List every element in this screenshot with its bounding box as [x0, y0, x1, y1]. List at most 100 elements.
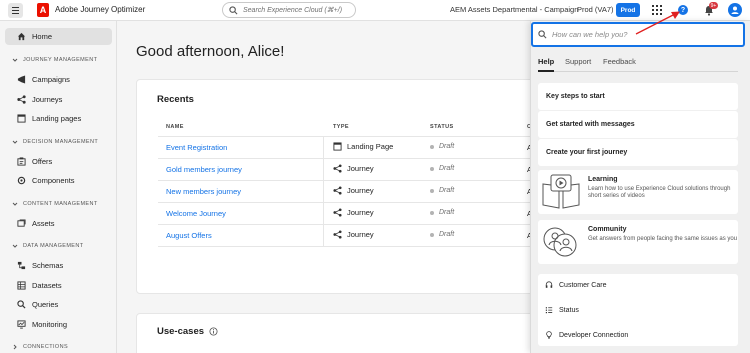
- user-icon: [731, 6, 739, 14]
- landing-page-icon: [333, 142, 342, 151]
- page-title: Good afternoon, Alice!: [136, 43, 285, 60]
- sidebar-item-journeys[interactable]: Journeys: [17, 95, 62, 104]
- lightbulb-icon: [546, 331, 552, 339]
- status-dot: [430, 188, 434, 193]
- chevron-down-icon: [12, 202, 18, 206]
- status-link[interactable]: Status: [545, 306, 579, 314]
- sidebar-item-label: Campaigns: [32, 75, 70, 84]
- status-dot: [430, 166, 434, 171]
- recent-item-link[interactable]: August Offers: [166, 231, 212, 240]
- customer-care-link[interactable]: Customer Care: [545, 281, 606, 289]
- journey-icon: [333, 230, 342, 239]
- sidebar-item-home[interactable]: Home: [17, 32, 52, 41]
- divider: [158, 158, 530, 159]
- column-divider: [323, 137, 324, 247]
- tab-support[interactable]: Support: [565, 57, 591, 66]
- type-label: Journey: [347, 230, 374, 239]
- components-icon: [17, 176, 26, 185]
- sidebar-section-journey-management[interactable]: JOURNEY MANAGEMENT: [12, 57, 97, 63]
- sidebar-item-monitoring[interactable]: Monitoring: [17, 320, 67, 329]
- recent-item-link[interactable]: Gold members journey: [166, 165, 242, 174]
- sidebar-item-datasets[interactable]: Datasets: [17, 281, 62, 290]
- divider: [158, 224, 530, 225]
- annotation-arrow: [635, 11, 680, 35]
- tab-help[interactable]: Help: [538, 57, 554, 66]
- community-title: Community: [588, 226, 627, 233]
- recent-item-link[interactable]: New members journey: [166, 187, 241, 196]
- help-search-placeholder: How can we help you?: [552, 30, 628, 39]
- usecases-title: Use-cases: [157, 326, 218, 337]
- sidebar-section-connections[interactable]: CONNECTIONS: [12, 344, 68, 350]
- link-label: Developer Connection: [559, 331, 629, 339]
- status-cell: Draft: [430, 209, 454, 216]
- help-link-label: Create your first journey: [546, 149, 628, 156]
- community-description: Get answers from people facing the same …: [588, 236, 738, 242]
- sandbox-switcher[interactable]: Prod (VA7): [577, 5, 614, 14]
- sidebar-item-landing-pages[interactable]: Landing pages: [17, 114, 81, 123]
- sidebar-item-components[interactable]: Components: [17, 176, 75, 185]
- notification-badge: 9+: [709, 2, 718, 9]
- journey-icon: [333, 186, 342, 195]
- query-icon: [17, 300, 26, 309]
- recent-item-link[interactable]: Event Registration: [166, 143, 227, 152]
- recent-item-link[interactable]: Welcome Journey: [166, 209, 226, 218]
- chevron-down-icon: [12, 140, 18, 144]
- sidebar-item-campaigns[interactable]: Campaigns: [17, 75, 70, 84]
- dataset-icon: [17, 281, 26, 290]
- sidebar-item-label: Offers: [32, 157, 53, 166]
- table-cell-type: Landing Page: [333, 142, 393, 151]
- help-link-first-journey[interactable]: Create your first journey: [538, 139, 738, 166]
- status-label: Draft: [439, 209, 455, 216]
- tabs-divider: [538, 71, 738, 72]
- developer-connection-link[interactable]: Developer Connection: [545, 331, 628, 339]
- adobe-logo-icon[interactable]: A: [37, 3, 49, 17]
- learning-book-icon: [542, 174, 580, 209]
- sidebar-item-label: Queries: [32, 300, 59, 309]
- help-link-messages[interactable]: Get started with messages: [538, 111, 738, 138]
- sidebar-section-label: CONTENT MANAGEMENT: [23, 201, 98, 207]
- chevron-down-icon: [12, 58, 18, 62]
- sidebar-section-content-management[interactable]: CONTENT MANAGEMENT: [12, 201, 98, 207]
- menu-icon[interactable]: [8, 3, 23, 18]
- column-header-status[interactable]: STATUS: [430, 124, 454, 130]
- link-label: Status: [559, 306, 579, 314]
- status-dot: [430, 232, 434, 237]
- status-dot: [430, 210, 434, 215]
- home-icon: [17, 32, 26, 41]
- status-label: Draft: [439, 165, 455, 172]
- chevron-right-icon: [13, 344, 17, 350]
- sidebar-item-label: Landing pages: [32, 114, 82, 123]
- status-dot: [430, 144, 434, 149]
- global-search-input[interactable]: Search Experience Cloud (⌘+/): [222, 2, 356, 18]
- table-cell-type: Journey: [333, 230, 374, 239]
- table-cell-type: Journey: [333, 186, 374, 195]
- sidebar-section-label: JOURNEY MANAGEMENT: [23, 57, 98, 63]
- divider: [158, 246, 530, 247]
- sidebar-item-offers[interactable]: Offers: [17, 157, 52, 166]
- avatar[interactable]: [728, 3, 742, 17]
- info-icon[interactable]: [209, 327, 218, 336]
- column-header-type[interactable]: TYPE: [333, 124, 349, 130]
- type-label: Journey: [347, 164, 374, 173]
- column-header-name[interactable]: NAME: [166, 124, 184, 130]
- sidebar-item-assets[interactable]: Assets: [17, 219, 55, 228]
- sidebar-item-label: Assets: [32, 219, 55, 228]
- status-cell: Draft: [430, 231, 454, 238]
- org-switcher[interactable]: AEM Assets Departmental - Campaign: [450, 5, 578, 14]
- help-link-key-steps[interactable]: Key steps to start: [538, 83, 738, 110]
- sidebar-section-data-management[interactable]: DATA MANAGEMENT: [12, 243, 84, 249]
- app-title[interactable]: Adobe Journey Optimizer: [55, 5, 145, 14]
- sidebar-section-decision-management[interactable]: DECISION MANAGEMENT: [12, 139, 98, 145]
- link-label: Customer Care: [559, 281, 607, 289]
- sidebar-item-schemas[interactable]: Schemas: [17, 261, 63, 270]
- sidebar-section-label: DECISION MANAGEMENT: [23, 139, 99, 145]
- search-placeholder: Search Experience Cloud (⌘+/): [243, 7, 343, 14]
- sidebar-item-queries[interactable]: Queries: [17, 300, 58, 309]
- chevron-down-icon: [12, 244, 18, 248]
- status-label: Draft: [439, 187, 455, 194]
- schema-icon: [17, 261, 26, 270]
- divider: [158, 136, 530, 137]
- status-cell: Draft: [430, 187, 454, 194]
- sidebar-item-label: Journeys: [32, 95, 63, 104]
- tab-feedback[interactable]: Feedback: [603, 57, 636, 66]
